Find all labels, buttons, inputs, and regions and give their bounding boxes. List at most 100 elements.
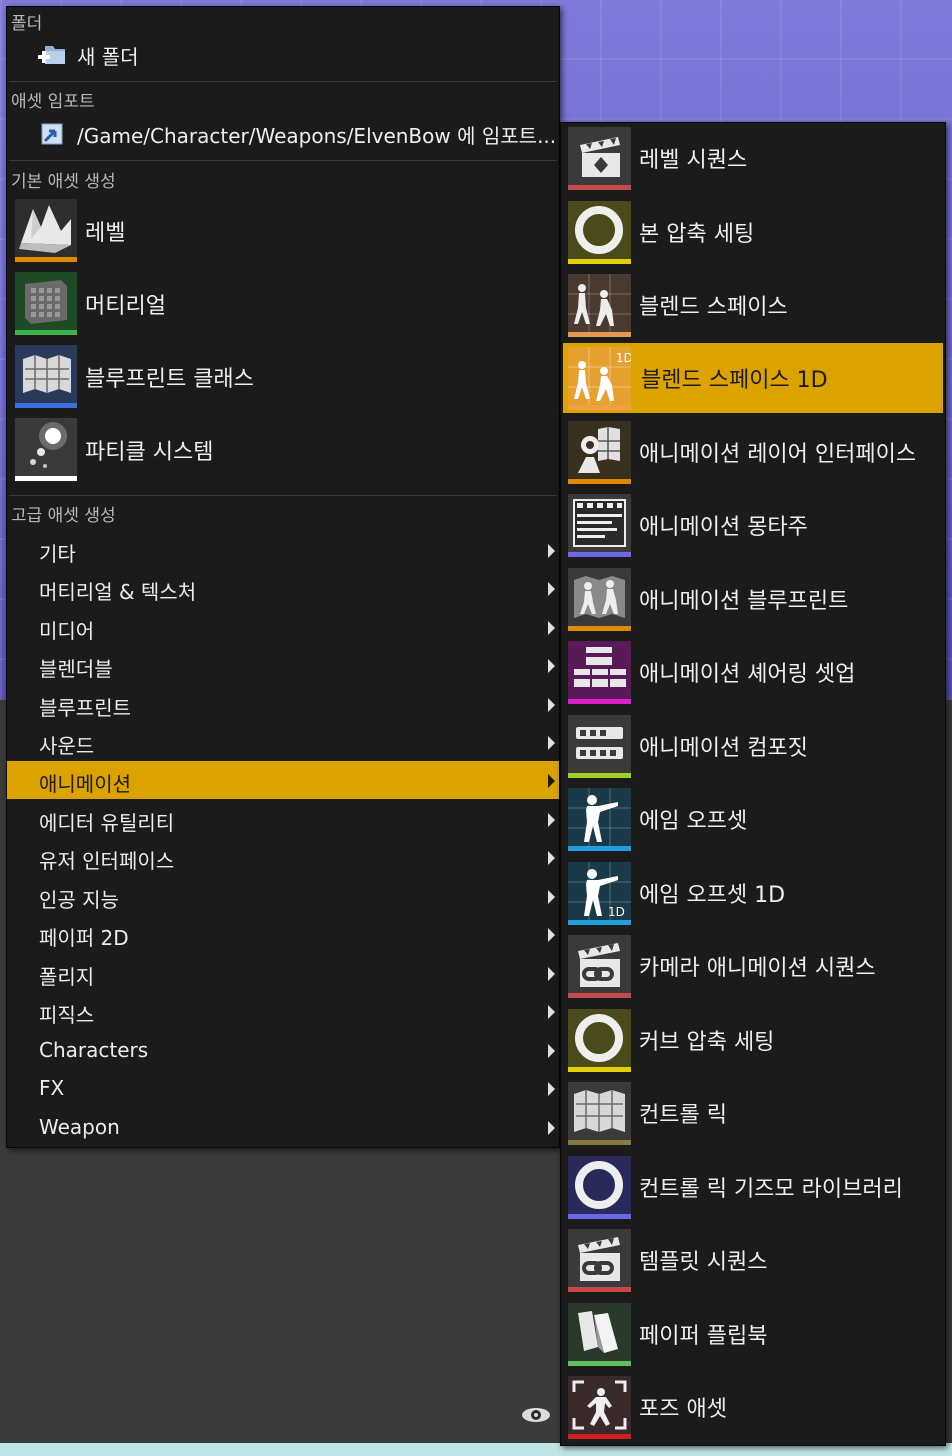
asset-aim-offset[interactable]: 에임 오프셋 bbox=[561, 784, 945, 854]
category-weapon[interactable]: Weapon bbox=[7, 1108, 559, 1146]
anim-layer-interface-icon bbox=[568, 421, 631, 484]
category-blendables[interactable]: 블렌더블 bbox=[7, 646, 559, 684]
template-sequence-icon bbox=[568, 1229, 631, 1292]
level-icon bbox=[15, 199, 77, 262]
asset-control-rig[interactable]: 컨트롤 릭 bbox=[561, 1078, 945, 1148]
category-animation[interactable]: 애니메이션 bbox=[7, 761, 559, 799]
aim-offset-1d-icon: 1D bbox=[568, 862, 631, 925]
section-header-import: 애셋 임포트 bbox=[11, 92, 95, 112]
category-label: 페이퍼 2D bbox=[39, 926, 129, 950]
category-paper2d[interactable]: 페이퍼 2D bbox=[7, 915, 559, 953]
category-label: 블렌더블 bbox=[39, 657, 113, 681]
asset-label: 애니메이션 블루프린트 bbox=[639, 589, 849, 614]
chevron-right-icon bbox=[548, 851, 555, 865]
asset-animation-montage[interactable]: 애니메이션 몽타주 bbox=[561, 490, 945, 560]
blueprint-icon bbox=[15, 345, 77, 408]
aim-offset-icon bbox=[568, 788, 631, 851]
asset-animation-layer-interface[interactable]: 애니메이션 레이어 인터페이스 bbox=[561, 417, 945, 487]
import-icon bbox=[37, 119, 67, 149]
separator bbox=[9, 495, 557, 496]
create-particle-system-item[interactable]: 파티클 시스템 bbox=[13, 418, 553, 482]
create-blueprint-class-label: 블루프린트 클래스 bbox=[85, 367, 254, 392]
chevron-right-icon bbox=[548, 1044, 555, 1058]
badge-1d: 1D bbox=[616, 351, 631, 365]
composite-icon bbox=[568, 715, 631, 778]
sharing-setup-icon bbox=[568, 641, 631, 704]
create-material-item[interactable]: 머티리얼 bbox=[13, 272, 553, 336]
category-media[interactable]: 미디어 bbox=[7, 608, 559, 646]
chevron-right-icon bbox=[548, 736, 555, 750]
category-characters[interactable]: Characters bbox=[7, 1031, 559, 1069]
asset-paper-flipbook[interactable]: 페이퍼 플립북 bbox=[561, 1299, 945, 1369]
category-fx[interactable]: FX bbox=[7, 1069, 559, 1107]
category-editor-utilities[interactable]: 에디터 유틸리티 bbox=[7, 800, 559, 838]
category-label: Weapon bbox=[39, 1115, 120, 1139]
section-header-basic: 기본 애셋 생성 bbox=[11, 172, 116, 192]
category-sounds[interactable]: 사운드 bbox=[7, 723, 559, 761]
category-label: 인공 지능 bbox=[39, 888, 119, 912]
asset-aim-offset-1d[interactable]: 1D 에임 오프셋 1D bbox=[561, 858, 945, 928]
asset-blend-space[interactable]: 블렌드 스페이스 bbox=[561, 270, 945, 340]
asset-camera-animation-sequence[interactable]: 카메라 애니메이션 시퀀스 bbox=[561, 931, 945, 1001]
category-label: 애니메이션 bbox=[39, 772, 131, 796]
asset-animation-blueprint[interactable]: 애니메이션 블루프린트 bbox=[561, 564, 945, 634]
asset-animation-composite[interactable]: 애니메이션 컴포짓 bbox=[561, 711, 945, 781]
asset-label: 본 압축 세팅 bbox=[639, 222, 755, 247]
clapper-icon bbox=[568, 127, 631, 190]
category-label: 미디어 bbox=[39, 619, 95, 643]
new-folder-item[interactable]: 새 폴더 bbox=[37, 39, 139, 71]
asset-level-sequence[interactable]: 레벨 시퀀스 bbox=[561, 123, 945, 193]
asset-label: 에임 오프셋 1D bbox=[639, 883, 786, 908]
chevron-right-icon bbox=[548, 659, 555, 673]
category-label: Characters bbox=[39, 1038, 149, 1062]
asset-label: 애니메이션 셰어링 셋업 bbox=[639, 662, 856, 687]
category-label: 유저 인터페이스 bbox=[39, 849, 175, 873]
ring-icon bbox=[568, 1009, 631, 1072]
section-header-advanced: 고급 애셋 생성 bbox=[11, 506, 116, 526]
category-foliage[interactable]: 폴리지 bbox=[7, 954, 559, 992]
asset-label: 컨트롤 릭 bbox=[639, 1103, 727, 1128]
category-misc[interactable]: 기타 bbox=[7, 531, 559, 569]
asset-curve-compression-settings[interactable]: 커브 압축 세팅 bbox=[561, 1005, 945, 1075]
asset-animation-sharing-setup[interactable]: 애니메이션 셰어링 셋업 bbox=[561, 637, 945, 707]
eye-icon[interactable] bbox=[520, 1404, 552, 1426]
asset-label: 템플릿 시퀀스 bbox=[639, 1250, 768, 1275]
category-user-interface[interactable]: 유저 인터페이스 bbox=[7, 838, 559, 876]
asset-label: 컨트롤 릭 기즈모 라이브러리 bbox=[639, 1177, 903, 1202]
blendspace-1d-icon: 1D bbox=[568, 347, 631, 410]
create-blueprint-class-item[interactable]: 블루프린트 클래스 bbox=[13, 345, 553, 409]
separator bbox=[9, 160, 557, 161]
chevron-right-icon bbox=[548, 544, 555, 558]
material-icon bbox=[15, 272, 77, 335]
category-label: 사운드 bbox=[39, 734, 95, 758]
import-item[interactable]: /Game/Character/Weapons/ElvenBow 에 임포트..… bbox=[37, 118, 556, 150]
ring-icon bbox=[568, 1156, 631, 1219]
montage-icon bbox=[568, 494, 631, 557]
asset-template-sequence[interactable]: 템플릿 시퀀스 bbox=[561, 1225, 945, 1295]
category-artificial-intelligence[interactable]: 인공 지능 bbox=[7, 877, 559, 915]
particle-icon bbox=[15, 418, 77, 481]
category-label: 에디터 유틸리티 bbox=[39, 811, 175, 835]
asset-label: 페이퍼 플립북 bbox=[639, 1324, 768, 1349]
chevron-right-icon bbox=[548, 621, 555, 635]
asset-control-rig-gizmo-library[interactable]: 컨트롤 릭 기즈모 라이브러리 bbox=[561, 1152, 945, 1222]
category-blueprints[interactable]: 블루프린트 bbox=[7, 685, 559, 723]
chevron-right-icon bbox=[548, 890, 555, 904]
control-rig-icon bbox=[568, 1082, 631, 1145]
category-label: 폴리지 bbox=[39, 965, 95, 989]
asset-pose-asset[interactable]: 포즈 애셋 bbox=[561, 1372, 945, 1442]
section-header-folder: 폴더 bbox=[11, 14, 43, 34]
import-path-label: /Game/Character/Weapons/ElvenBow 에 임포트..… bbox=[77, 123, 557, 148]
animation-submenu: 레벨 시퀀스 본 압축 세팅 블렌드 스페이스 1D 블렌드 스페이스 1D bbox=[560, 122, 946, 1446]
context-menu: 폴더 새 폴더 애셋 임포트 /Game/Character/Weapons/E… bbox=[6, 6, 560, 1148]
category-materials-textures[interactable]: 머티리얼 & 텍스처 bbox=[7, 569, 559, 607]
ring-icon bbox=[568, 201, 631, 264]
asset-label: 카메라 애니메이션 시퀀스 bbox=[639, 956, 876, 981]
chevron-right-icon bbox=[548, 582, 555, 596]
asset-blend-space-1d[interactable]: 1D 블렌드 스페이스 1D bbox=[563, 343, 943, 413]
asset-bone-compression-settings[interactable]: 본 압축 세팅 bbox=[561, 197, 945, 267]
category-physics[interactable]: 피직스 bbox=[7, 992, 559, 1030]
chevron-right-icon bbox=[548, 928, 555, 942]
chevron-right-icon bbox=[548, 698, 555, 712]
create-level-item[interactable]: 레벨 bbox=[13, 199, 553, 263]
